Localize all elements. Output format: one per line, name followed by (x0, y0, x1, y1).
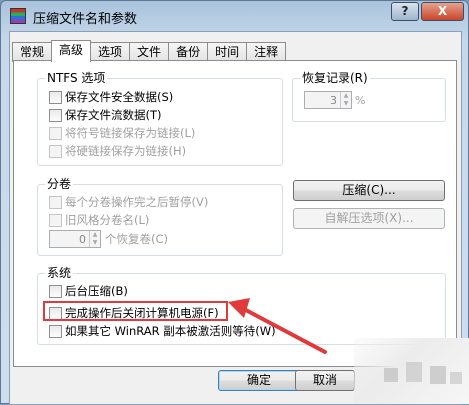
checkbox-box[interactable] (49, 213, 62, 227)
winrar-app-icon (10, 8, 26, 24)
highlight-box (43, 301, 228, 321)
window-title: 压缩文件名和参数 (33, 12, 138, 27)
checkbox-label: 保存文件安全数据(S) (65, 90, 174, 104)
save-streams-checkbox[interactable]: 保存文件流数据(T) (49, 107, 162, 123)
watermark-blur (354, 338, 469, 404)
checkbox-label: 旧风格分卷名(L) (65, 213, 150, 227)
symlink-as-link-checkbox[interactable]: 将符号链接保存为链接(L) (49, 125, 195, 141)
tab-advanced[interactable]: 高级 (51, 40, 92, 62)
background-compress-checkbox[interactable]: 后台压缩(B) (49, 283, 128, 299)
ntfs-group-label: NTFS 选项 (45, 71, 108, 85)
recovery-percent-value: 3 (330, 93, 337, 107)
old-style-volume-names-checkbox[interactable]: 旧风格分卷名(L) (49, 212, 149, 228)
checkbox-box[interactable] (49, 144, 62, 158)
hardlink-as-link-checkbox[interactable]: 将硬链接保存为链接(H) (49, 143, 186, 159)
tab-time[interactable]: 时间 (207, 42, 248, 62)
recovery-volumes-spinner[interactable]: 0 ▲ ▼ (49, 230, 101, 248)
compress-settings-button[interactable]: 压缩(C)... (293, 180, 445, 201)
close-button[interactable]: X (421, 2, 464, 21)
checkbox-label: 后台压缩(B) (65, 284, 128, 298)
volume-group-label: 分卷 (45, 177, 74, 191)
spinner-arrows-icon[interactable]: ▲ ▼ (89, 231, 100, 247)
pause-after-volume-checkbox[interactable]: 每个分卷操作完之后暂停(V) (49, 194, 208, 210)
recovery-group-label: 恢复记录(R) (300, 71, 370, 85)
tab-comment[interactable]: 注释 (246, 42, 287, 62)
checkbox-label: 将符号链接保存为链接(L) (65, 126, 196, 140)
recovery-percent-spinner[interactable]: 3 ▲ ▼ (304, 91, 352, 109)
sfx-options-button[interactable]: 自解压选项(X)... (293, 208, 445, 229)
title-bar[interactable]: 压缩文件名和参数 ? X (1, 1, 468, 31)
tab-backup[interactable]: 备份 (168, 42, 209, 62)
checkbox-box[interactable] (49, 284, 62, 298)
checkbox-box[interactable] (49, 126, 62, 140)
cancel-button[interactable]: 取消 (295, 370, 355, 391)
ok-button[interactable]: 确定 (218, 370, 300, 391)
save-security-checkbox[interactable]: 保存文件安全数据(S) (49, 89, 173, 105)
recovery-volumes-label: 个恢复卷(C) (105, 232, 169, 246)
recovery-volumes-value: 0 (79, 232, 86, 246)
annotation-arrow-icon (228, 298, 327, 354)
recovery-percent-unit: % (355, 93, 366, 107)
spinner-arrows-icon[interactable]: ▲ ▼ (340, 92, 351, 108)
checkbox-label: 将硬链接保存为链接(H) (65, 144, 187, 158)
checkbox-box[interactable] (49, 324, 62, 338)
checkbox-box[interactable] (49, 108, 62, 122)
tab-strip: 常规 高级 选项 文件 备份 时间 注释 (12, 40, 287, 62)
tab-options[interactable]: 选项 (90, 42, 131, 62)
checkbox-label: 保存文件流数据(T) (65, 108, 162, 122)
tab-files[interactable]: 文件 (129, 42, 170, 62)
checkbox-label: 每个分卷操作完之后暂停(V) (65, 195, 209, 209)
tab-general[interactable]: 常规 (12, 42, 53, 62)
help-button[interactable]: ? (391, 2, 419, 21)
checkbox-box[interactable] (49, 90, 62, 104)
checkbox-box[interactable] (49, 195, 62, 209)
system-group-label: 系统 (45, 266, 74, 280)
